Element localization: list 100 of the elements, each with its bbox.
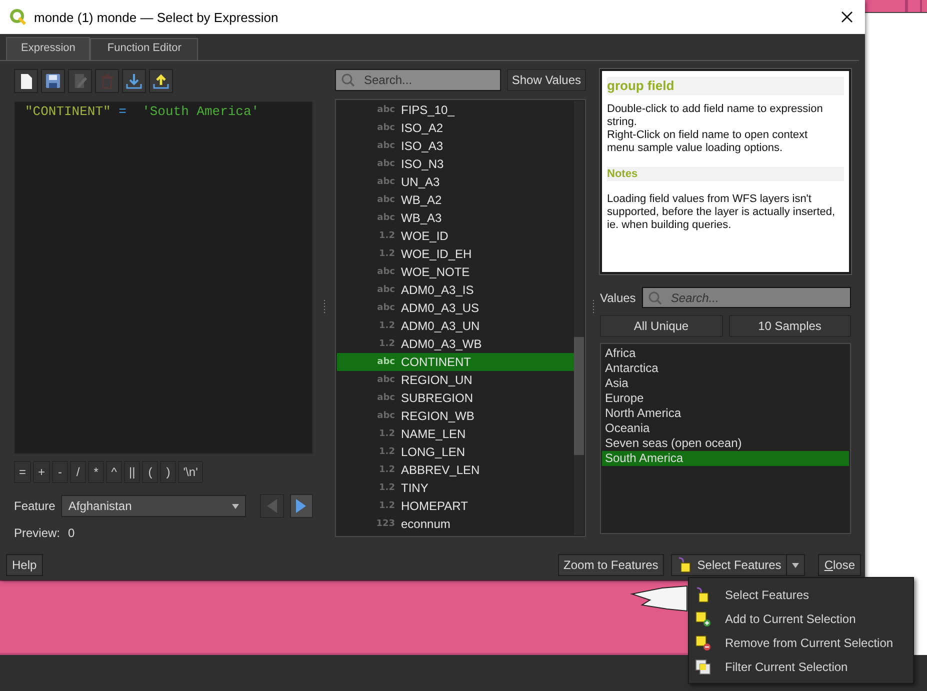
field-type-label: abc	[376, 411, 395, 421]
window-title: monde (1) monde — Select by Expression	[34, 10, 280, 24]
field-item[interactable]: 1.2 NAME_LEN	[337, 425, 574, 443]
field-type-label: abc	[376, 267, 395, 277]
operator-button[interactable]: +	[33, 461, 50, 483]
preview-label: Preview:	[14, 526, 60, 540]
field-name: HOMEPART	[401, 499, 468, 513]
field-name: NAME_LEN	[401, 427, 466, 441]
close-button[interactable]	[839, 9, 855, 25]
field-item[interactable]: abc ADM0_A3_IS	[337, 281, 574, 299]
field-item[interactable]: abc CONTINENT	[337, 353, 574, 371]
menu-item[interactable]: Select Features	[689, 583, 913, 607]
field-item[interactable]: abc WOE_NOTE	[337, 263, 574, 281]
operator-button[interactable]: ^	[106, 461, 122, 483]
value-item[interactable]: Oceania	[602, 421, 849, 436]
field-item[interactable]: abc FIPS_10_	[337, 101, 574, 119]
field-item[interactable]: 1.2 HOMEPART	[337, 497, 574, 515]
field-item[interactable]: abc WB_A3	[337, 209, 574, 227]
field-name: ISO_N3	[401, 157, 444, 171]
operator-button[interactable]: '\n'	[178, 461, 203, 483]
field-type-label: abc	[376, 357, 395, 367]
field-item[interactable]: 1.2 ADM0_A3_UN	[337, 317, 574, 335]
tab[interactable]: Function Editor	[90, 38, 198, 60]
field-item[interactable]: 1.2 WOE_ID	[337, 227, 574, 245]
new-button[interactable]	[14, 69, 38, 93]
download-icon	[126, 73, 142, 89]
operator-button[interactable]: (	[142, 461, 158, 483]
export-button[interactable]	[149, 69, 173, 93]
field-item[interactable]: abc ISO_N3	[337, 155, 574, 173]
value-item[interactable]: Antarctica	[602, 361, 849, 376]
tab[interactable]: Expression	[6, 37, 90, 60]
close-button[interactable]: Close	[818, 554, 861, 576]
field-item[interactable]: abc SUBREGION	[337, 389, 574, 407]
feature-label: Feature	[14, 499, 56, 513]
field-item[interactable]: 1.2 ADM0_A3_WB	[337, 335, 574, 353]
select-features-button[interactable]: Select Features	[671, 554, 788, 576]
value-item[interactable]: Asia	[602, 376, 849, 391]
field-type-label: 1.2	[378, 429, 395, 439]
search-field[interactable]: Search...	[335, 69, 501, 91]
field-item[interactable]: abc UN_A3	[337, 173, 574, 191]
field-name: SUBREGION	[401, 391, 474, 405]
menu-item[interactable]: Remove from Current Selection	[689, 631, 913, 655]
scrollbar[interactable]	[574, 101, 584, 535]
operator-button[interactable]: *	[88, 461, 104, 483]
field-type-label: abc	[376, 393, 395, 403]
selection-cursor-icon	[677, 557, 694, 573]
values-button[interactable]: 10 Samples	[728, 315, 851, 337]
value-item[interactable]: Europe	[602, 391, 849, 406]
field-name: LONG_LEN	[401, 445, 466, 459]
field-item[interactable]: abc REGION_UN	[337, 371, 574, 389]
next-button[interactable]	[290, 494, 313, 518]
field-item[interactable]: 1.2 ABBREV_LEN	[337, 461, 574, 479]
field-type-label: abc	[376, 303, 395, 313]
field-item[interactable]: abc ADM0_A3_US	[337, 299, 574, 317]
field-type-label: 1.2	[378, 483, 395, 493]
value-item[interactable]: Africa	[602, 346, 849, 361]
operator-button[interactable]: ||	[124, 461, 140, 483]
menu-item[interactable]: Filter Current Selection	[689, 655, 913, 679]
help-button[interactable]: Help	[6, 554, 43, 576]
field-type-label: abc	[376, 177, 395, 187]
zoom-to-features-button[interactable]: Zoom to Features	[558, 554, 664, 576]
field-item[interactable]: abc REGION_WB	[337, 407, 574, 425]
import-button[interactable]	[122, 69, 146, 93]
values-button[interactable]: All Unique	[600, 315, 722, 337]
notes-text: Loading field values from WFS layers isn't supported, before the layer is actually inserted, ie. when building queries.	[607, 193, 836, 232]
field-item[interactable]: 123 econnum	[337, 515, 574, 533]
field-name: ABBREV_LEN	[401, 463, 480, 477]
operator-button[interactable]: =	[14, 461, 32, 483]
feature-dropdown[interactable]: Afghanistan	[61, 495, 246, 517]
expression-editor[interactable]: "CONTINENT" = 'South America'	[14, 101, 313, 454]
field-type-label: 1.2	[378, 339, 395, 349]
menu-item[interactable]: Add to Current Selection	[689, 607, 913, 631]
field-item[interactable]: abc ISO_A2	[337, 119, 574, 137]
field-name: ISO_A3	[401, 139, 444, 153]
operator-button[interactable]: /	[70, 461, 86, 483]
field-name: WOE_ID	[401, 229, 448, 243]
field-item[interactable]: 1.2 WOE_ID_EH	[337, 245, 574, 263]
show-values-button[interactable]: Show Values	[506, 69, 586, 91]
search-icon	[648, 291, 662, 305]
field-name: WOE_NOTE	[401, 265, 470, 279]
dropdown-button[interactable]	[787, 554, 806, 576]
save-button[interactable]	[41, 69, 65, 93]
field-type-label: 1.2	[378, 501, 395, 511]
operator-button[interactable]: )	[160, 461, 176, 483]
field-item[interactable]: 1.2 LONG_LEN	[337, 443, 574, 461]
value-item[interactable]: North America	[602, 406, 849, 421]
field-item[interactable]: 1.2 TINY	[337, 479, 574, 497]
upload-icon	[153, 73, 169, 89]
field-item[interactable]: abc ISO_A3	[337, 137, 574, 155]
dropdown-value: Afghanistan	[68, 499, 132, 513]
field-name: TINY	[401, 481, 428, 495]
selection-cursor-icon	[695, 587, 711, 603]
field-type-label: 1.2	[378, 231, 395, 241]
field-name: CONTINENT	[401, 355, 471, 369]
value-item[interactable]: Seven seas (open ocean)	[602, 436, 849, 451]
field-item[interactable]: abc WB_A2	[337, 191, 574, 209]
operator-button[interactable]: -	[52, 461, 68, 483]
values-search-field[interactable]: Search...	[642, 287, 851, 308]
value-item[interactable]: South America	[602, 451, 849, 466]
values-label: Values	[600, 290, 636, 304]
